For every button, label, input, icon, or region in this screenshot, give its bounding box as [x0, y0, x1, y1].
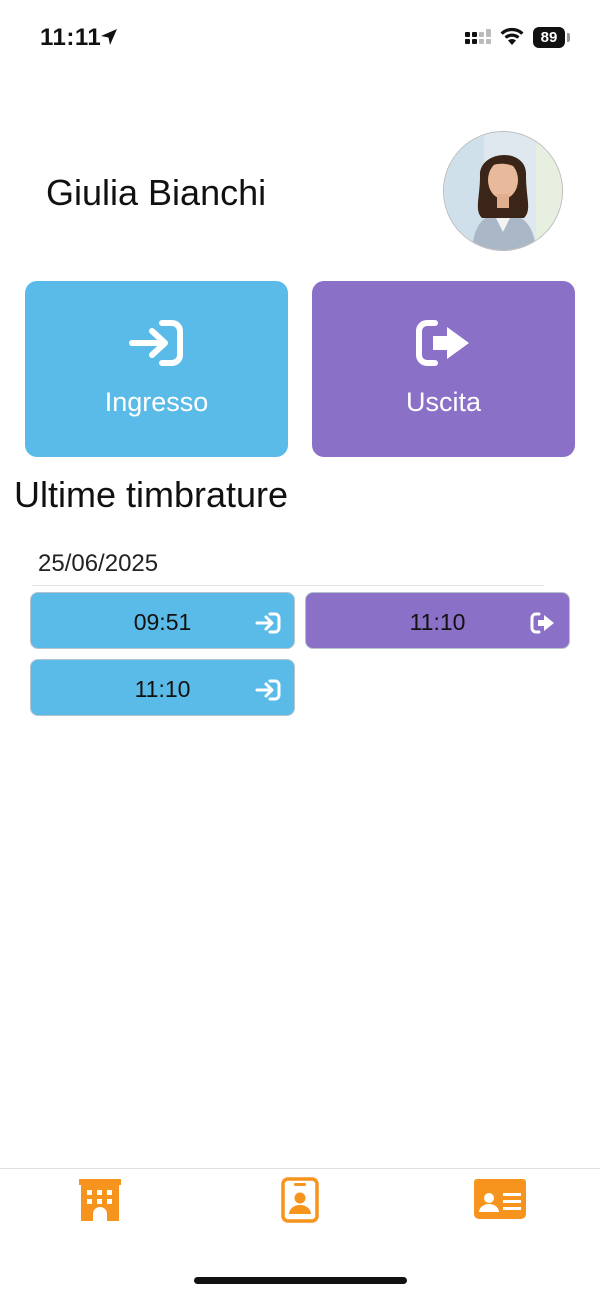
sign-out-icon — [415, 320, 469, 366]
status-time: 11:11 — [40, 24, 102, 51]
avatar[interactable] — [443, 131, 563, 251]
location-arrow-icon — [101, 29, 117, 45]
user-name: Giulia Bianchi — [46, 172, 267, 213]
record-entry-in[interactable]: 11:10 — [30, 659, 295, 716]
battery-indicator: 89 — [533, 27, 565, 48]
sign-in-icon — [128, 320, 183, 366]
badge-icon — [281, 1177, 319, 1223]
tab-badge[interactable] — [281, 1177, 319, 1228]
tab-id-card[interactable] — [473, 1177, 527, 1226]
sign-in-icon — [255, 612, 281, 634]
sign-out-icon — [530, 612, 554, 634]
building-icon — [79, 1179, 121, 1221]
sign-in-icon — [255, 679, 281, 701]
records-date: 25/06/2025 — [38, 550, 159, 577]
status-bar: 11:11 89 — [0, 0, 600, 76]
check-out-button[interactable]: Uscita — [312, 281, 575, 457]
battery-tip — [567, 33, 570, 42]
wifi-icon — [500, 27, 524, 45]
app-screen: 11:11 89 Giulia Bianchi Ingresso Uscita … — [0, 0, 600, 1298]
section-title: Ultime timbrature — [14, 474, 289, 515]
id-card-icon — [474, 1179, 526, 1219]
tab-building[interactable] — [77, 1177, 123, 1228]
check-in-label: Ingresso — [104, 387, 209, 417]
check-out-label: Uscita — [405, 387, 481, 417]
record-entry-out[interactable]: 11:10 — [305, 592, 570, 649]
home-indicator[interactable] — [194, 1277, 407, 1284]
divider — [32, 585, 544, 586]
check-in-button[interactable]: Ingresso — [25, 281, 288, 457]
cellular-signal-icon — [465, 29, 491, 44]
user-photo-icon — [444, 132, 562, 250]
record-entry-in[interactable]: 09:51 — [30, 592, 295, 649]
